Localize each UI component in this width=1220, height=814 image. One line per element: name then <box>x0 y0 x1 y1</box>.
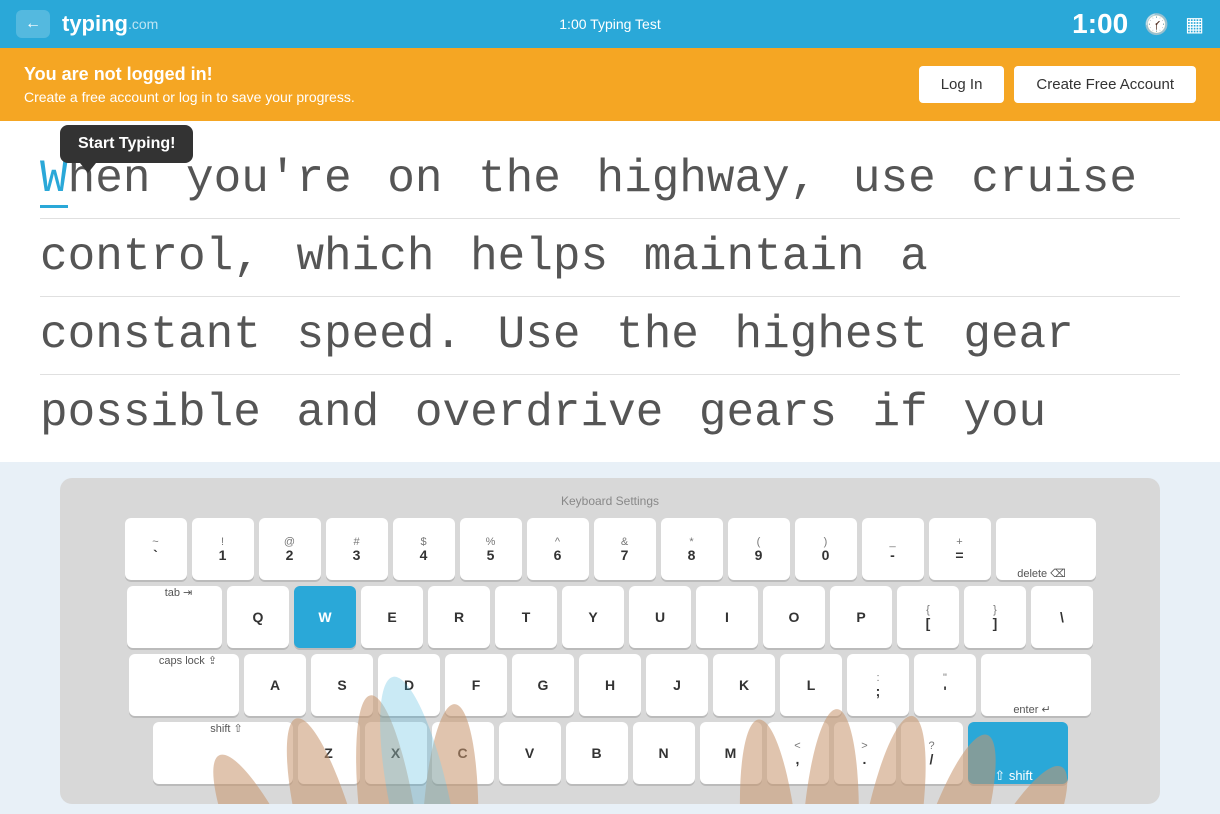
logo-typing: typing <box>62 11 128 37</box>
main-content: Start Typing! When you're on the highway… <box>0 121 1220 814</box>
back-button[interactable]: ← <box>16 10 50 38</box>
header: ← typing .com 1:00 Typing Test 1:00 🕜 ▦ <box>0 0 1220 48</box>
notification-text: You are not logged in! Create a free acc… <box>24 64 355 105</box>
key-6[interactable]: ^6 <box>527 518 589 580</box>
key-t[interactable]: T <box>495 586 557 648</box>
keyboard: ~` !1 @2 #3 $4 %5 ^6 &7 *8 (9 )0 _- += d… <box>76 518 1144 784</box>
key-x[interactable]: X <box>365 722 427 784</box>
key-equals[interactable]: += <box>929 518 991 580</box>
key-2[interactable]: @2 <box>259 518 321 580</box>
key-row-asdf: caps lock ⇪ A S D F G H J K L :; "' ente… <box>129 654 1091 716</box>
key-8[interactable]: *8 <box>661 518 723 580</box>
keyboard-container: Keyboard Settings ~` !1 @2 #3 $4 %5 ^6 &… <box>60 478 1160 804</box>
key-q[interactable]: Q <box>227 586 289 648</box>
key-9[interactable]: (9 <box>728 518 790 580</box>
key-a[interactable]: A <box>244 654 306 716</box>
key-z[interactable]: Z <box>298 722 360 784</box>
key-g[interactable]: G <box>512 654 574 716</box>
key-h[interactable]: H <box>579 654 641 716</box>
key-capslock[interactable]: caps lock ⇪ <box>129 654 239 716</box>
typing-area[interactable]: When you're on the highway, use cruise c… <box>0 121 1220 462</box>
timer-display: 1:00 <box>1072 8 1128 40</box>
create-account-button[interactable]: Create Free Account <box>1014 66 1196 103</box>
key-u[interactable]: U <box>629 586 691 648</box>
history-icon[interactable]: 🕜 <box>1144 12 1169 37</box>
key-r[interactable]: R <box>428 586 490 648</box>
typing-line-3: constant speed. Use the highest gear <box>40 297 1180 375</box>
notification-bar: You are not logged in! Create a free acc… <box>0 48 1220 121</box>
key-lbracket[interactable]: {[ <box>897 586 959 648</box>
key-row-zxcv: shift ⇧ Z X C V B N M <, >. ?/ ⇧ shift <box>153 722 1068 784</box>
key-tab[interactable]: tab ⇥ <box>127 586 222 648</box>
header-title: 1:00 Typing Test <box>559 16 660 32</box>
typing-line-1: When you're on the highway, use cruise <box>40 141 1180 219</box>
typing-line-4: possible and overdrive gears if you <box>40 375 1180 452</box>
logo: typing .com <box>62 11 158 37</box>
key-y[interactable]: Y <box>562 586 624 648</box>
key-n[interactable]: N <box>633 722 695 784</box>
key-row-numbers: ~` !1 @2 #3 $4 %5 ^6 &7 *8 (9 )0 _- += d… <box>125 518 1096 580</box>
key-4[interactable]: $4 <box>393 518 455 580</box>
key-c[interactable]: C <box>432 722 494 784</box>
key-v[interactable]: V <box>499 722 561 784</box>
key-s[interactable]: S <box>311 654 373 716</box>
keyboard-settings[interactable]: Keyboard Settings <box>76 494 1144 508</box>
key-5[interactable]: %5 <box>460 518 522 580</box>
header-right: 1:00 🕜 ▦ <box>1072 8 1204 40</box>
key-p[interactable]: P <box>830 586 892 648</box>
key-slash[interactable]: ?/ <box>901 722 963 784</box>
key-0[interactable]: )0 <box>795 518 857 580</box>
key-semicolon[interactable]: :; <box>847 654 909 716</box>
key-3[interactable]: #3 <box>326 518 388 580</box>
results-icon[interactable]: ▦ <box>1185 12 1204 37</box>
keyboard-wrapper: Keyboard Settings ~` !1 @2 #3 $4 %5 ^6 &… <box>0 462 1220 814</box>
key-7[interactable]: &7 <box>594 518 656 580</box>
key-l[interactable]: L <box>780 654 842 716</box>
key-d[interactable]: D <box>378 654 440 716</box>
key-row-qwerty: tab ⇥ Q W E R T Y U I O P {[ }] \ <box>127 586 1093 648</box>
key-backslash[interactable]: \ <box>1031 586 1093 648</box>
key-f[interactable]: F <box>445 654 507 716</box>
login-button[interactable]: Log In <box>919 66 1005 103</box>
key-enter[interactable]: enter ↵ <box>981 654 1091 716</box>
key-rbracket[interactable]: }] <box>964 586 1026 648</box>
key-b[interactable]: B <box>566 722 628 784</box>
key-m[interactable]: M <box>700 722 762 784</box>
key-e[interactable]: E <box>361 586 423 648</box>
key-j[interactable]: J <box>646 654 708 716</box>
key-period[interactable]: >. <box>834 722 896 784</box>
notification-title: You are not logged in! <box>24 64 355 85</box>
key-w[interactable]: W <box>294 586 356 648</box>
typing-line-2: control, which helps maintain a <box>40 219 1180 297</box>
key-delete[interactable]: delete ⌫ <box>996 518 1096 580</box>
key-minus[interactable]: _- <box>862 518 924 580</box>
key-shift-right[interactable]: ⇧ shift <box>968 722 1068 784</box>
notification-message: Create a free account or log in to save … <box>24 89 355 105</box>
key-comma[interactable]: <, <box>767 722 829 784</box>
start-typing-tooltip: Start Typing! <box>60 125 193 163</box>
key-1[interactable]: !1 <box>192 518 254 580</box>
key-quote[interactable]: "' <box>914 654 976 716</box>
key-k[interactable]: K <box>713 654 775 716</box>
header-left: ← typing .com <box>16 10 158 38</box>
typing-text: When you're on the highway, use cruise c… <box>40 141 1180 452</box>
key-i[interactable]: I <box>696 586 758 648</box>
key-backtick[interactable]: ~` <box>125 518 187 580</box>
key-o[interactable]: O <box>763 586 825 648</box>
notification-buttons: Log In Create Free Account <box>919 66 1196 103</box>
logo-com: .com <box>128 16 158 32</box>
key-shift-left[interactable]: shift ⇧ <box>153 722 293 784</box>
